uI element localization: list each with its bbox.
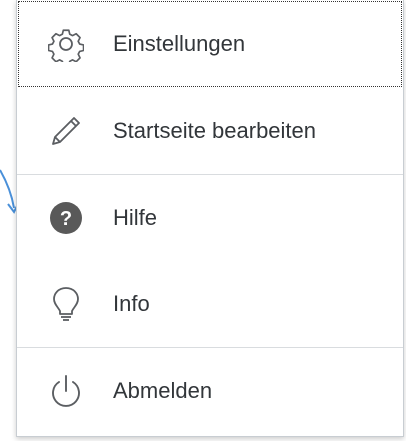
menu-item-label: Info: [113, 291, 150, 316]
menu-item-edit-home[interactable]: Startseite bearbeiten: [17, 88, 403, 174]
menu-item-settings[interactable]: Einstellungen: [17, 0, 403, 88]
menu-item-logout[interactable]: Abmelden: [17, 348, 403, 434]
pencil-icon: [47, 112, 85, 150]
power-icon: [47, 372, 85, 410]
lightbulb-icon: [47, 285, 85, 323]
help-icon: ?: [47, 199, 85, 237]
menu-item-label: Startseite bearbeiten: [113, 118, 317, 143]
menu-item-label: Einstellungen: [113, 31, 246, 56]
menu-item-label: Abmelden: [113, 378, 213, 403]
screen: Einstellungen Startseite bearbeiten ? Hi…: [0, 0, 406, 441]
user-menu: Einstellungen Startseite bearbeiten ? Hi…: [16, 0, 404, 437]
svg-text:?: ?: [60, 208, 72, 230]
gear-icon: [47, 25, 85, 63]
menu-item-help[interactable]: ? Hilfe: [17, 175, 403, 261]
menu-item-label: Hilfe: [113, 205, 158, 230]
menu-item-info[interactable]: Info: [17, 261, 403, 347]
